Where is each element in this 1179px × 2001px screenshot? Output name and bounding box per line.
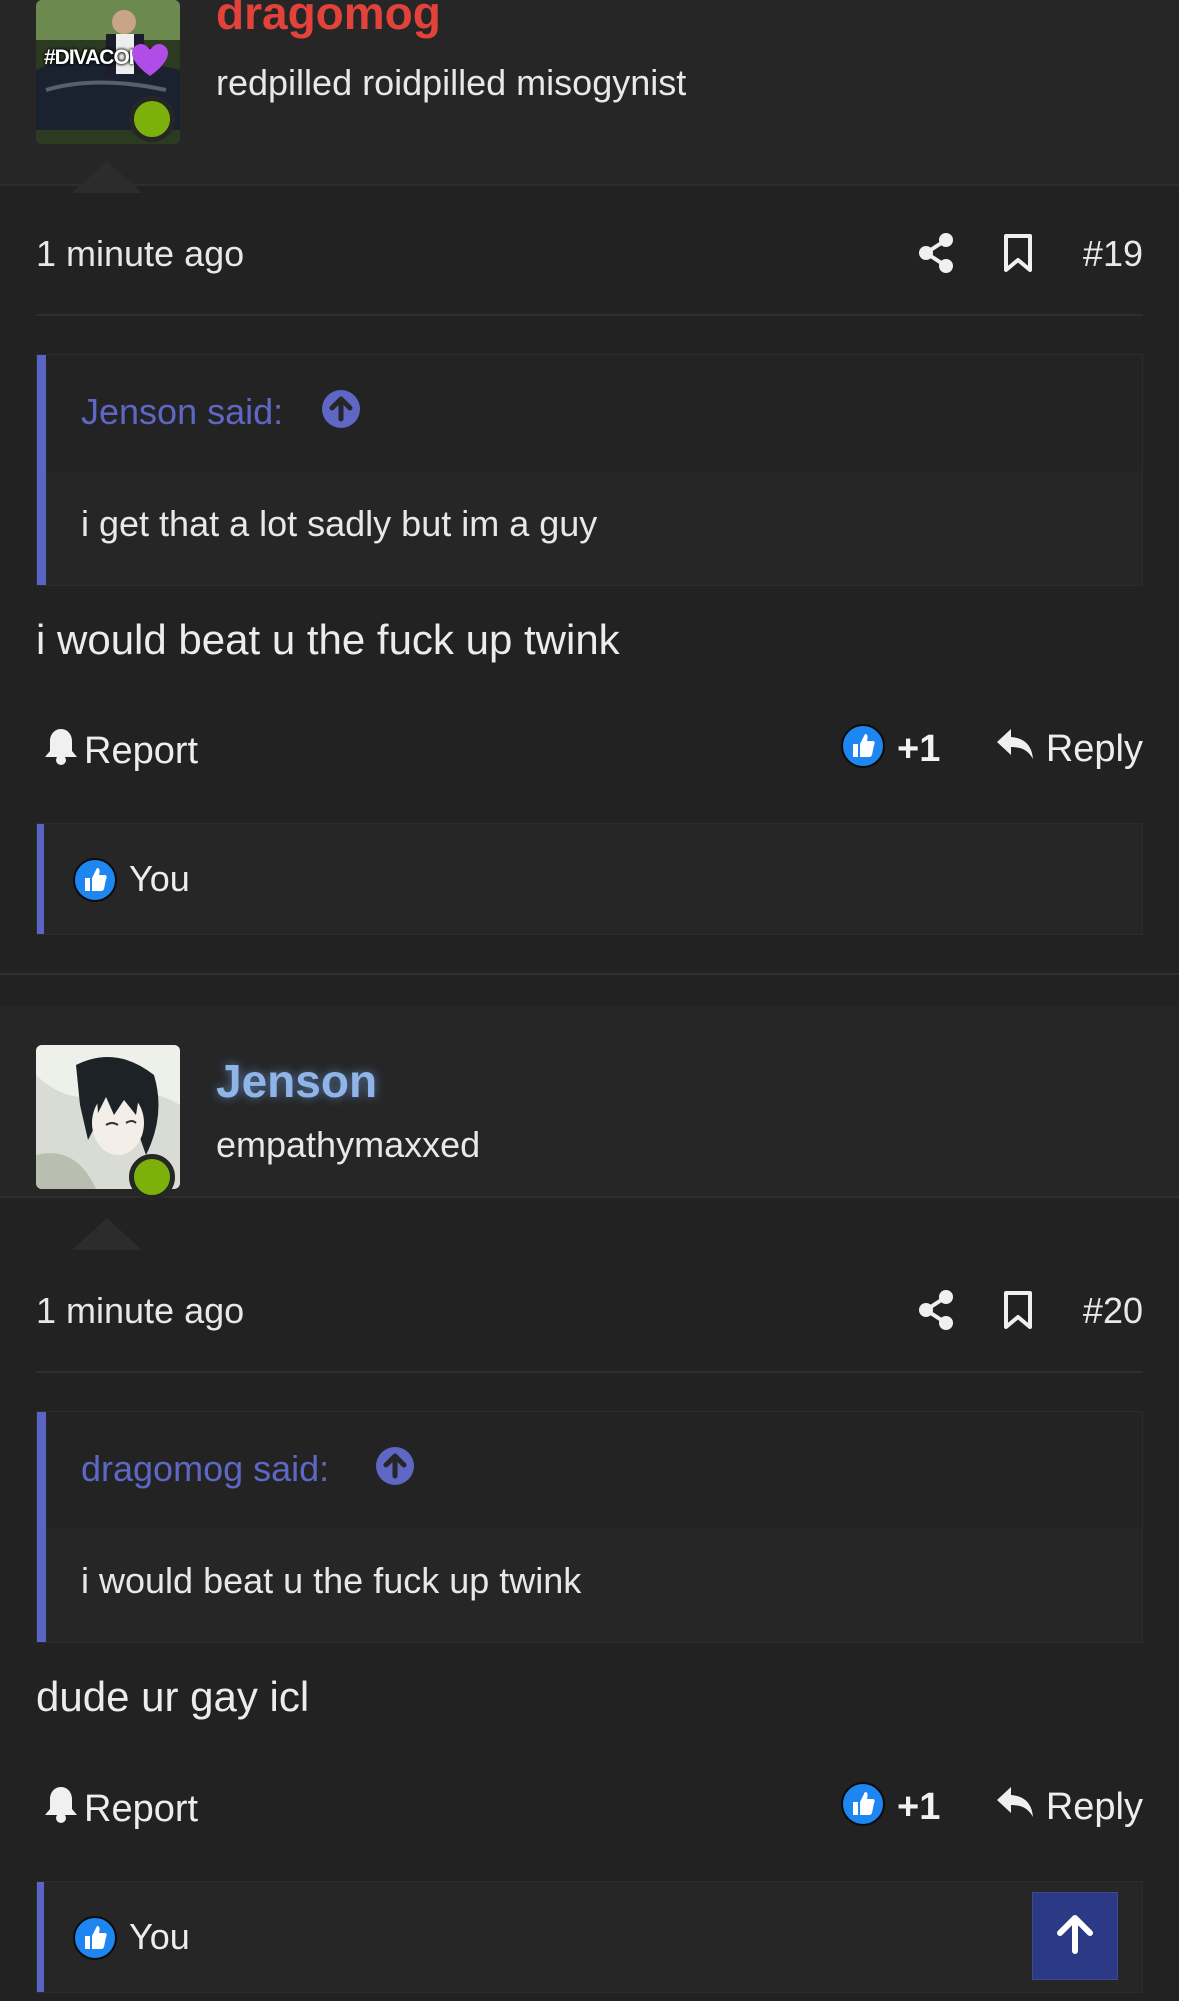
report-button[interactable]: Report [44,727,198,775]
like-icon [73,1916,117,1965]
quote-accent-bar [37,1412,46,1642]
like-count[interactable]: +1 [897,728,940,771]
post-time[interactable]: 1 minute ago [36,233,244,275]
reply-button[interactable]: Reply [996,727,1143,771]
post-body: i would beat u the fuck up twink [36,616,620,663]
like-icon [73,858,117,907]
header-pointer [72,161,142,193]
report-label: Report [84,729,199,772]
reply-button[interactable]: Reply [996,1785,1143,1829]
quote-block: dragomog said: i would beat u the fuck u… [36,1411,1143,1643]
quote-author[interactable]: Jenson said: [81,391,283,433]
post-separator [0,973,1179,975]
bell-icon [44,727,78,775]
share-icon[interactable] [918,233,954,278]
username[interactable]: dragomog [216,0,441,40]
online-status-dot [129,1154,175,1200]
post-number[interactable]: #19 [1083,233,1143,275]
reaction-user[interactable]: You [129,1916,190,1958]
divider [36,314,1143,316]
reactions-bar[interactable]: You [36,1881,1143,1993]
reply-label: Reply [1045,727,1143,770]
header-pointer [72,1218,142,1250]
online-status-dot [129,96,175,142]
reply-arrow-icon [996,1785,1034,1829]
post-header-jenson: Jenson empathymaxxed [0,1006,1179,1200]
like-icon[interactable] [841,724,885,773]
like-icon[interactable] [841,1782,885,1831]
reactions-accent-bar [37,824,44,934]
reply-arrow-icon [996,727,1034,771]
reaction-user[interactable]: You [129,858,190,900]
quote-text: i would beat u the fuck up twink [81,1560,582,1601]
reactions-accent-bar [37,1882,44,1992]
bookmark-icon[interactable] [1003,233,1033,278]
username[interactable]: Jenson [216,1054,377,1108]
divider [36,1371,1143,1373]
quote-text: i get that a lot sadly but im a guy [81,503,598,544]
scroll-to-top-button[interactable] [1032,1892,1118,1980]
quote-author[interactable]: dragomog said: [81,1448,329,1490]
reply-label: Reply [1045,1785,1143,1828]
post-time[interactable]: 1 minute ago [36,1290,244,1332]
share-icon[interactable] [918,1290,954,1335]
user-title: empathymaxxed [216,1124,481,1165]
reactions-bar[interactable]: You [36,823,1143,935]
arrow-up-circle-icon[interactable] [321,389,361,429]
like-count[interactable]: +1 [897,1786,940,1829]
post-body: dude ur gay icl [36,1673,310,1720]
quote-block: Jenson said: i get that a lot sadly but … [36,354,1143,586]
user-title: redpilled roidpilled misogynist [216,62,687,103]
report-label: Report [84,1787,199,1830]
report-button[interactable]: Report [44,1785,198,1833]
bell-icon [44,1785,78,1833]
bookmark-icon[interactable] [1003,1290,1033,1335]
post-number[interactable]: #20 [1083,1290,1143,1332]
arrow-up-circle-icon[interactable] [375,1446,415,1486]
post-header-dragomog: #DIVACORE dragomog redpilled roidpilled … [0,0,1179,186]
arrow-up-icon [1055,1913,1095,1960]
purple-heart-icon [132,44,168,83]
quote-accent-bar [37,355,46,585]
